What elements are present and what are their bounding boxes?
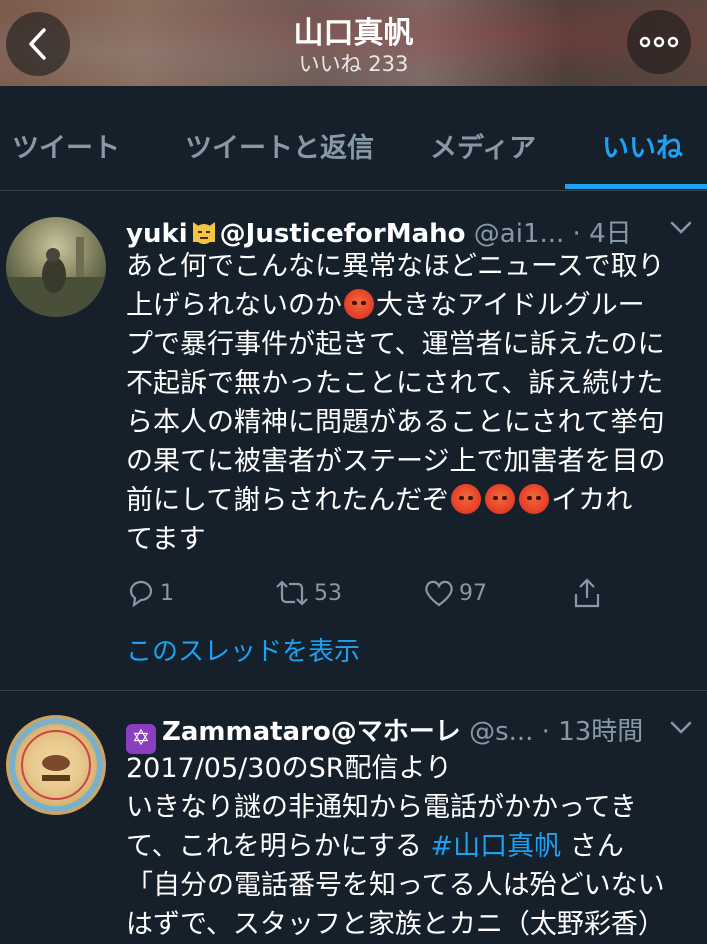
chevron-down-icon[interactable]	[670, 721, 692, 735]
tweet-text-line: プで暴行事件が起きて、運営者に訴えたのに	[126, 329, 665, 360]
share-icon	[574, 578, 600, 608]
tweet-text-line: てます	[126, 524, 206, 555]
tweet[interactable]: ✡ Zammataro@マホーレ @s... · 13時間 2017/05/30の…	[0, 691, 707, 943]
retweet-icon	[276, 580, 308, 606]
display-name-suffix: @JusticeforMaho	[219, 219, 466, 249]
display-name[interactable]: yuki	[126, 219, 188, 249]
avatar[interactable]	[6, 715, 106, 815]
show-thread-link[interactable]: このスレッドを表示	[126, 631, 360, 668]
reply-button[interactable]: 1	[126, 578, 174, 608]
tab-tweets[interactable]: ツイート	[12, 126, 120, 165]
tweet-text-line: の果てに被害者がステージ上で加害者を目の	[126, 446, 666, 477]
tweet-text-line: はずで、スタッフと家族とカニ（太野彩香）	[126, 909, 665, 940]
tweet-text-line: 「自分の電話番号を知ってる人は殆どいない	[126, 870, 665, 901]
likes-count-subtitle: いいね 233	[298, 52, 409, 76]
angry-face-emoji-icon	[519, 484, 550, 514]
tweet-text: あと何でこんなに異常なほどニュースで取り 上げられないのか 大きなアイドルグルー …	[126, 247, 698, 559]
tweet-text-line: ら本人の精神に問題があることにされて挙句	[126, 407, 665, 438]
text-segment: イカれ	[551, 485, 633, 516]
retweet-button[interactable]: 53	[274, 578, 342, 608]
user-handle: @s...	[469, 717, 534, 747]
like-button[interactable]: 97	[423, 578, 487, 608]
tweet-text-line: 前にして謝らされたんだぞ イカれ	[126, 481, 698, 520]
tweet-actions: 1 53 97	[126, 578, 686, 618]
angry-face-emoji-icon	[344, 289, 374, 319]
share-button[interactable]	[572, 578, 602, 610]
tweet-timestamp: · 13時間	[541, 717, 644, 747]
text-segment: 前にして謝らされたんだぞ	[126, 485, 450, 516]
user-handle: @ai1...	[473, 219, 565, 249]
angry-cat-emoji-icon	[192, 222, 215, 244]
tab-likes[interactable]: いいね	[602, 126, 683, 165]
tweet-text-line: て、これを明らかにする #山口真帆 さん	[126, 827, 698, 866]
avatar[interactable]	[6, 217, 106, 317]
tweet-text-line: 2017/05/30のSR配信より	[126, 753, 452, 784]
tweet-text-line: あと何でこんなに異常なほどニュースで取り	[126, 251, 665, 282]
hashtag-link[interactable]: #山口真帆	[431, 831, 562, 862]
retweet-count: 53	[314, 580, 342, 606]
angry-face-emoji-icon	[451, 484, 482, 514]
tweet-text-line: 不起訴で無かったことにされて、訴え続けた	[126, 368, 664, 399]
active-tab-indicator	[565, 184, 707, 189]
tweet-header: yuki @JusticeforMaho @ai1... · 4日	[126, 213, 696, 250]
avatar-image-icon	[6, 237, 106, 317]
reply-count: 1	[160, 580, 174, 606]
tweet-text-line: 上げられないのか 大きなアイドルグルー	[126, 286, 698, 325]
profile-name-title: 山口真帆	[293, 16, 414, 51]
profile-tabs: ツイート ツイートと返信 メディア いいね	[0, 86, 707, 191]
more-horizontal-icon	[639, 36, 679, 48]
tweet-header: ✡ Zammataro@マホーレ @s... · 13時間	[126, 711, 696, 754]
reply-icon	[129, 580, 153, 608]
text-segment: さん	[561, 831, 624, 862]
tweet-text-line: いきなり謎の非通知から電話がかかってき	[126, 792, 637, 823]
tweet-text: 2017/05/30のSR配信より いきなり謎の非通知から電話がかかってき て、…	[126, 749, 698, 944]
text-segment: て、これを明らかにする	[126, 831, 422, 862]
tab-tweets-and-replies[interactable]: ツイートと返信	[185, 126, 374, 165]
text-segment: 上げられないのか	[126, 290, 342, 321]
chevron-down-icon[interactable]	[670, 221, 692, 235]
tweet-timestamp: · 4日	[572, 219, 632, 249]
avatar-image-icon	[9, 718, 103, 812]
more-button[interactable]	[627, 10, 691, 74]
tweet[interactable]: yuki @JusticeforMaho @ai1... · 4日 あと何でこんな…	[0, 191, 707, 691]
text-segment: 大きなアイドルグルー	[376, 290, 645, 321]
display-name[interactable]: Zammataro@マホーレ	[162, 717, 461, 747]
heart-icon	[425, 580, 453, 607]
like-count: 97	[459, 580, 487, 606]
angry-face-emoji-icon	[485, 484, 516, 514]
tab-media[interactable]: メディア	[430, 126, 536, 165]
profile-header: 山口真帆 いいね 233	[0, 0, 707, 86]
